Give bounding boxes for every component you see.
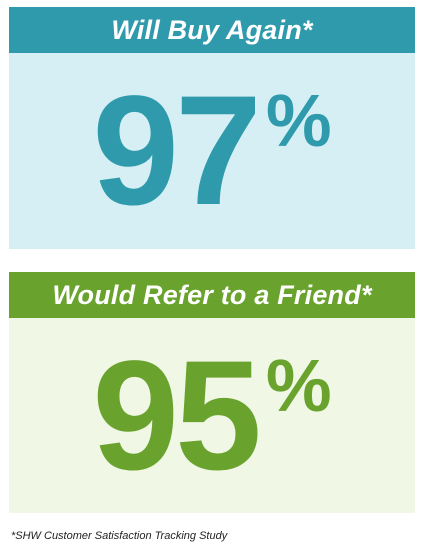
stat-card-title: Would Refer to a Friend* xyxy=(9,272,415,318)
stat-card-title: Will Buy Again* xyxy=(9,7,415,53)
footnote: *SHW Customer Satisfaction Tracking Stud… xyxy=(11,530,228,542)
percent-sign: % xyxy=(265,343,332,427)
stat-card-buy-again: Will Buy Again* 97 % xyxy=(9,7,415,249)
stat-card-body: 95 % xyxy=(9,318,415,513)
stat-card-refer-friend: Would Refer to a Friend* 95 % xyxy=(9,272,415,513)
percent-sign: % xyxy=(265,79,332,162)
stat-value: 95 xyxy=(92,328,262,503)
stat-value: 97 xyxy=(92,64,262,238)
stat-card-body: 97 % xyxy=(9,53,415,249)
